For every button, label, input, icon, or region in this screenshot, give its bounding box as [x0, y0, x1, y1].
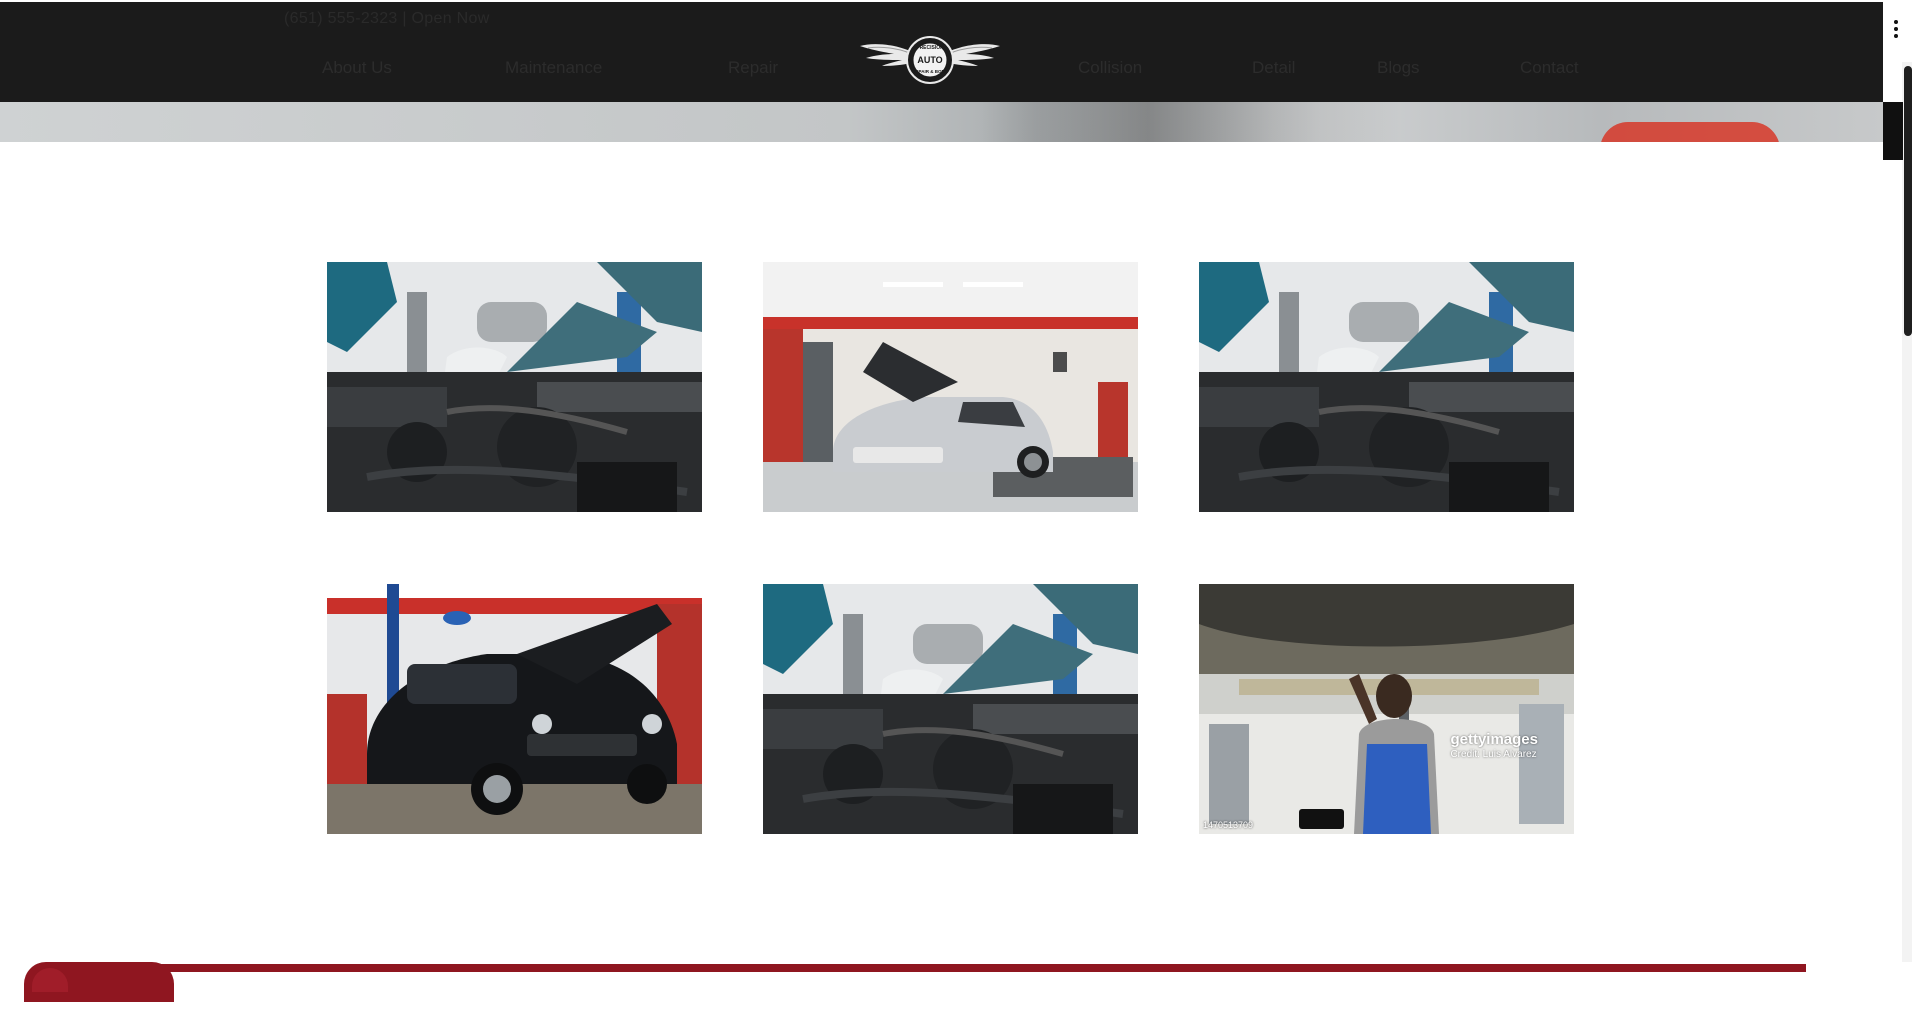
- gallery-photo-silver-car[interactable]: [763, 262, 1138, 512]
- gallery-photo-engine-3[interactable]: [763, 584, 1138, 834]
- header-phone-text[interactable]: (651) 555-2323 | Open Now: [284, 10, 490, 28]
- logo-text-top: PRECISION: [916, 45, 944, 51]
- nav-link-blogs[interactable]: Blogs: [1377, 58, 1420, 78]
- nav-link-maintenance[interactable]: Maintenance: [505, 58, 602, 78]
- chat-tab-knob: [32, 968, 68, 992]
- nav-link-detail[interactable]: Detail: [1252, 58, 1295, 78]
- gallery-photo-black-sedan[interactable]: [327, 584, 702, 834]
- watermark-brand: gettyimages: [1450, 731, 1538, 748]
- getty-watermark: gettyimages Credit: Luis Alvarez: [1450, 732, 1538, 762]
- section-divider-red: [60, 964, 1806, 972]
- nav-link-repair[interactable]: Repair: [728, 58, 778, 78]
- site-logo[interactable]: PRECISION AUTO REPAIR & BODY: [860, 36, 1000, 86]
- hero-banner-image: [0, 102, 1883, 142]
- photo-gallery: gettyimages Credit: Luis Alvarez 1470513…: [327, 262, 1575, 836]
- gallery-photo-engine-1[interactable]: [327, 262, 702, 512]
- more-options-icon[interactable]: [1884, 2, 1908, 56]
- gallery-photo-engine-2[interactable]: [1199, 262, 1574, 512]
- hero-red-car-part: [1600, 122, 1780, 142]
- watermark-credit: Credit: Luis Alvarez: [1450, 749, 1537, 760]
- side-dark-block: [1883, 102, 1903, 160]
- nav-link-collision[interactable]: Collision: [1078, 58, 1142, 78]
- site-header: (651) 555-2323 | Open Now About Us Maint…: [0, 2, 1883, 102]
- nav-link-contact[interactable]: Contact: [1520, 58, 1579, 78]
- hero-car-shadow: [980, 102, 1400, 142]
- gallery-photo-mechanic[interactable]: gettyimages Credit: Luis Alvarez 1470513…: [1199, 584, 1574, 834]
- stock-id-text: 1470513709: [1203, 820, 1254, 830]
- logo-text-middle: AUTO: [917, 55, 942, 65]
- logo-text-bottom: REPAIR & BODY: [912, 69, 947, 74]
- nav-link-about[interactable]: About Us: [322, 58, 392, 78]
- scrollbar-thumb[interactable]: [1904, 66, 1912, 336]
- winged-emblem-icon: PRECISION AUTO REPAIR & BODY: [860, 36, 1000, 84]
- floating-chat-tab[interactable]: [24, 962, 174, 1002]
